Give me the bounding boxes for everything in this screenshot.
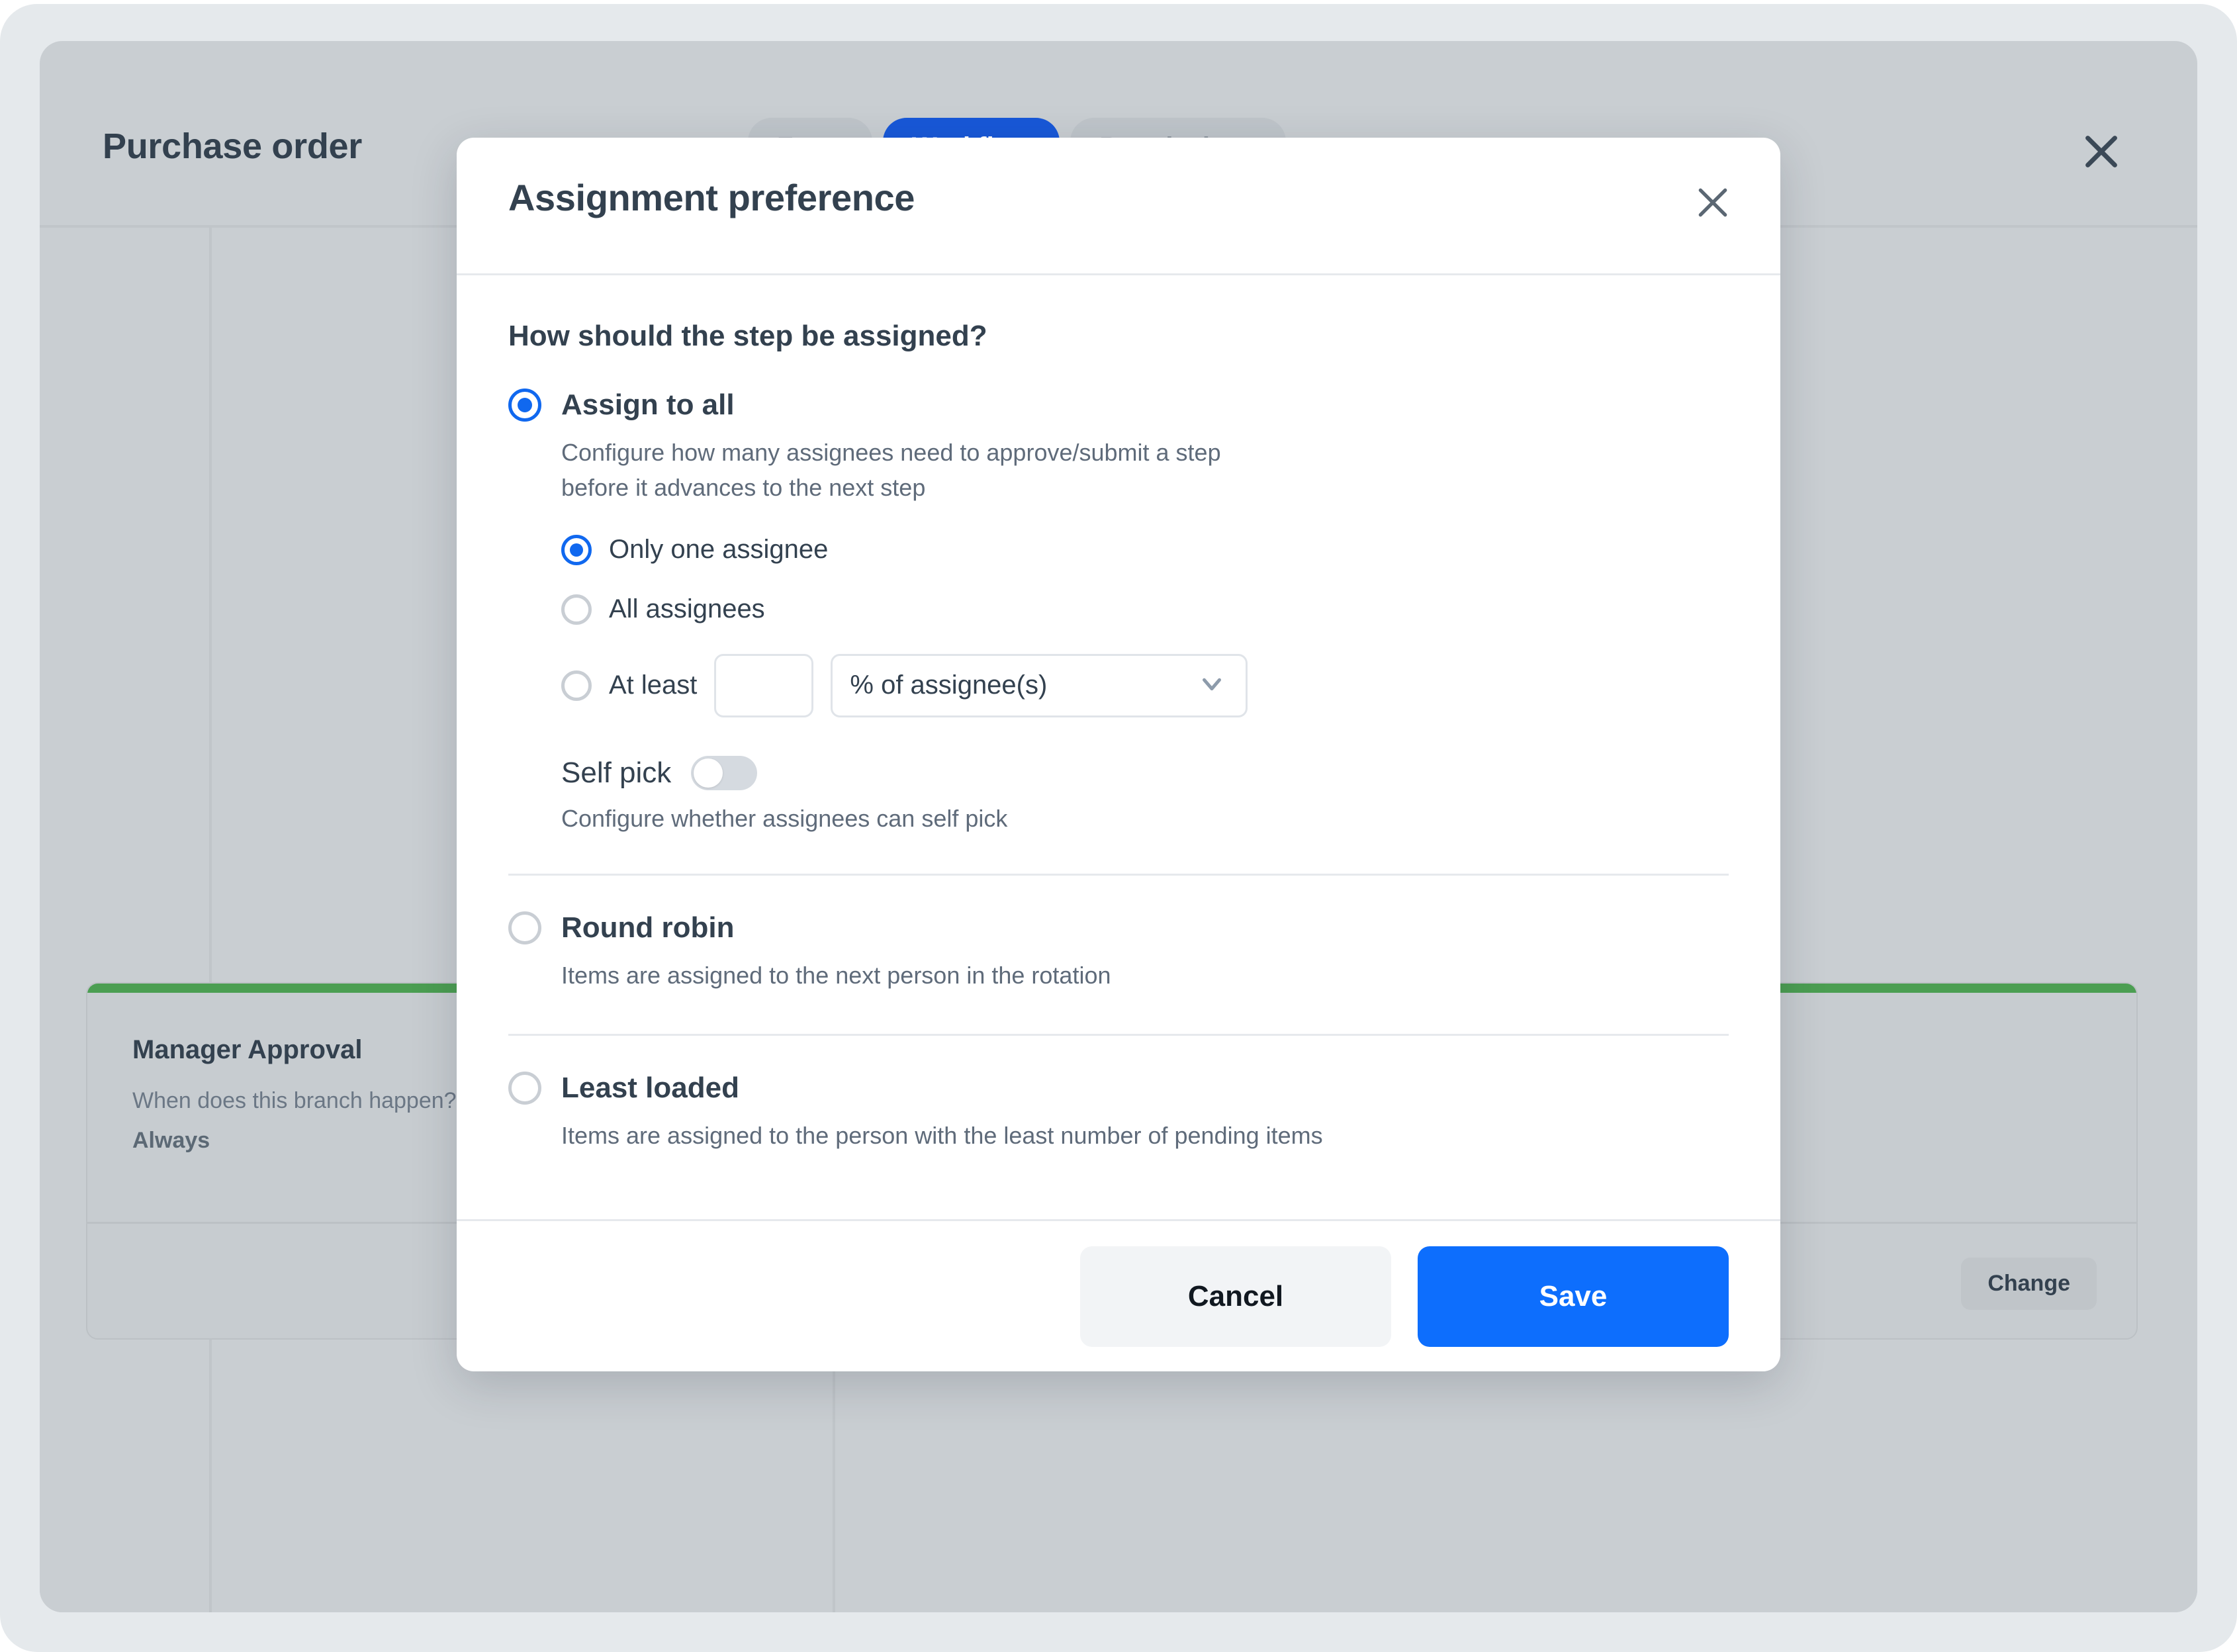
- close-icon[interactable]: [2078, 128, 2124, 175]
- self-pick-description: Configure whether assignees can self pic…: [561, 804, 1008, 832]
- canvas-divider-left: [209, 228, 212, 1612]
- radio-all-assignees[interactable]: [561, 594, 592, 625]
- assign-to-all-suboptions: Only one assignee All assignees At least…: [561, 534, 1729, 833]
- card-title: Manager Approval: [132, 1035, 363, 1064]
- option-label: Least loaded: [561, 1071, 739, 1104]
- assignment-question: How should the step be assigned?: [508, 320, 987, 352]
- radio-round-robin[interactable]: [508, 911, 541, 944]
- self-pick-label: Self pick: [561, 756, 672, 789]
- dialog-body: How should the step be assigned? Assign …: [457, 277, 1780, 1219]
- option-description: Configure how many assignees need to app…: [561, 439, 1221, 502]
- radio-only-one-assignee[interactable]: [561, 534, 592, 565]
- cancel-button[interactable]: Cancel: [1080, 1246, 1391, 1347]
- dialog-header: Assignment preference: [457, 138, 1780, 275]
- option-assign-to-all[interactable]: Assign to all: [508, 389, 1729, 422]
- app-window: Purchase order Form Workflow Permissions: [0, 4, 2237, 1652]
- radio-least-loaded[interactable]: [508, 1071, 541, 1105]
- dialog-footer: Cancel Save: [457, 1219, 1780, 1371]
- assignment-preference-dialog: Assignment preference How should the ste…: [457, 138, 1780, 1371]
- suboption-label: At least: [609, 670, 698, 700]
- option-round-robin[interactable]: Round robin: [508, 911, 1729, 944]
- page-title: Purchase order: [103, 126, 362, 166]
- divider: [508, 873, 1729, 876]
- divider: [508, 1033, 1729, 1036]
- suboption-all-assignees[interactable]: All assignees: [561, 594, 1729, 625]
- save-button[interactable]: Save: [1418, 1246, 1729, 1347]
- suboption-only-one-assignee[interactable]: Only one assignee: [561, 534, 1729, 565]
- suboption-label: Only one assignee: [609, 535, 829, 565]
- self-pick-row: Self pick: [561, 755, 1729, 790]
- self-pick-toggle[interactable]: [691, 755, 758, 790]
- select-value: % of assignee(s): [850, 670, 1048, 700]
- assignee-unit-select[interactable]: % of assignee(s): [831, 653, 1248, 717]
- at-least-amount-input[interactable]: [714, 653, 814, 717]
- option-description: Items are assigned to the next person in…: [561, 961, 1111, 989]
- card-value: Always: [132, 1128, 210, 1153]
- close-icon[interactable]: [1692, 181, 1734, 224]
- card-change-button[interactable]: Change: [1961, 1258, 2097, 1310]
- suboption-at-least[interactable]: At least % of assignee(s): [561, 653, 1729, 717]
- option-least-loaded[interactable]: Least loaded: [508, 1071, 1729, 1105]
- card-subtitle: When does this branch happen?: [132, 1088, 457, 1113]
- suboption-label: All assignees: [609, 594, 765, 624]
- dialog-title: Assignment preference: [508, 177, 915, 218]
- option-label: Round robin: [561, 911, 735, 944]
- option-label: Assign to all: [561, 389, 735, 421]
- option-description: Items are assigned to the person with th…: [561, 1121, 1323, 1149]
- chevron-down-icon: [1197, 668, 1227, 702]
- radio-assign-to-all[interactable]: [508, 389, 541, 422]
- radio-at-least[interactable]: [561, 670, 592, 701]
